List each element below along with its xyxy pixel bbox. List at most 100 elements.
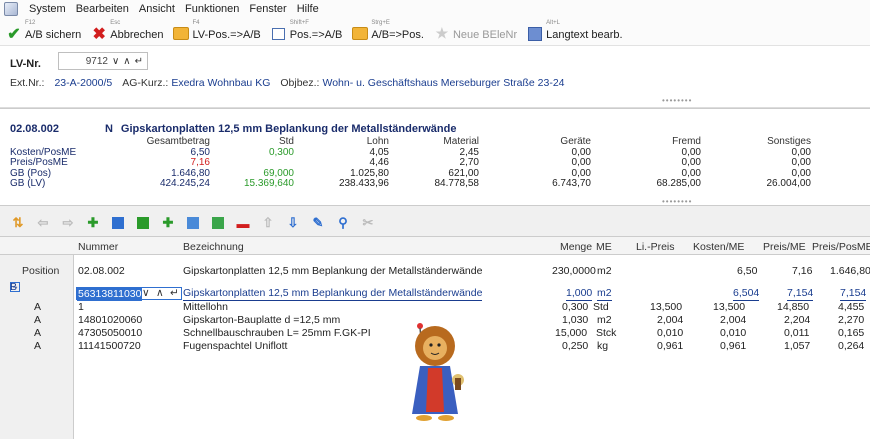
menu-bearbeiten[interactable]: Bearbeiten [71,3,134,15]
menu-bar: System Bearbeiten Ansicht Funktionen Fen… [0,0,870,18]
row-label: Preis/PosME [10,157,68,168]
cell-preis-pos: 7,154 [840,287,867,301]
cell-bezeichnung: Schnellbauschrauben L= 25mm F.GK-PI [183,327,371,339]
edit-pencil-icon[interactable]: ✎ [310,215,326,231]
ext-nr-value: 23-A-2000/5 [54,77,113,89]
ag-kurz-value: Exedra Wohnbau KG [171,77,271,89]
ext-nr-label: Ext.Nr.: [10,77,45,89]
position-flag: N [104,123,113,135]
menu-funktionen[interactable]: Funktionen [180,3,244,15]
pos-to-ab-label: Pos.=>A/B [289,28,343,41]
move-up-icon[interactable]: ⇧ [260,215,276,231]
splitter-grip[interactable]: •••••••• [662,197,692,206]
ab-to-pos-button[interactable]: Strg+E A/B=>Pos. [352,20,424,44]
app-icon [4,2,18,16]
col-preis-posme[interactable]: Preis/PosME [812,241,870,253]
cell-menge: 230,0000 [552,265,596,277]
cell-menge: 0,300 [562,301,589,313]
menu-hilfe[interactable]: Hilfe [292,3,324,15]
cell-preis-pos: 2,270 [838,314,865,326]
cell-preis: 7,16 [792,265,813,277]
pos-to-ab-button[interactable]: Shift+F Pos.=>A/B [271,20,343,44]
arrow-left-icon[interactable]: ⇦ [35,215,51,231]
value-cell: 424.245,24 [159,178,210,189]
value-cell: 26.004,00 [766,178,812,189]
table-row-position[interactable]: Position 02.08.002 Gipskartonplatten 12,… [0,265,870,278]
new-belenr-button[interactable]: ★ Neue BEleNr [434,20,517,44]
star-icon: ★ [435,25,449,41]
insert-above-icon[interactable] [110,215,126,231]
menu-ansicht[interactable]: Ansicht [134,3,180,15]
project-info-line: Ext.Nr.: 23-A-2000/5 AG-Kurz.: Exedra Wo… [10,77,575,89]
chevron-up-icon[interactable]: ∧ [156,287,164,300]
lv-nr-label: LV-Nr. [10,58,41,70]
objbez-label: Objbez.: [280,77,320,89]
col-me[interactable]: ME [596,241,612,253]
value-cell: 15.369,640 [243,178,294,189]
search-icon[interactable]: ⚲ [335,215,351,231]
arrow-right-icon[interactable]: ⇨ [60,215,76,231]
row-type-label: A [34,327,42,339]
calc-grid: Gesamtbetrag Std Lohn Material Geräte Fr… [10,136,870,190]
cell-me: Std [593,301,609,313]
add-child-icon[interactable]: ✚ [160,215,176,231]
menu-system[interactable]: System [24,3,71,15]
splitter-grip[interactable]: •••••••• [662,96,692,105]
calc-header-row: Gesamtbetrag Std Lohn Material Geräte Fr… [10,136,870,148]
position-number: 02.08.002 [10,123,59,135]
col-preis-me[interactable]: Preis/ME [763,241,806,253]
table-row[interactable]: A 1 Mittellohn 0,300 Std 13,500 13,500 1… [0,301,870,314]
cell-preis: 14,850 [777,301,810,313]
delete-row-icon[interactable]: ▬ [235,215,251,231]
nummer-edit-field[interactable]: 56313811030 [76,287,182,301]
calc-row-kosten: Kosten/PosME 6,50 0,300 4,05 2,45 0,00 0… [10,146,870,159]
save-ab-button[interactable]: F12 ✔ A/B sichern [6,20,81,44]
cell-li-preis: 0,010 [657,327,684,339]
value-cell: 7,16 [190,157,210,168]
table-row-b-selected[interactable]: − B 56313811030 ∨ ∧ ↵ Gipskartonplatten 1… [0,281,870,301]
move-down-icon[interactable]: ⇩ [285,215,301,231]
paste-row-icon[interactable] [210,215,226,231]
tools-icon[interactable]: ✂ [360,215,376,231]
menu-fenster[interactable]: Fenster [244,3,291,15]
insert-below-icon[interactable] [135,215,151,231]
value-cell: 0,00 [571,157,591,168]
cell-bezeichnung: Gipskartonplatten 12,5 mm Beplankung der… [183,265,483,277]
grid-toolbar: ⇅ ⇦ ⇨ ✚ ✚ ▬ ⇧ ⇩ ✎ ⚲ ✂ [0,212,870,234]
chevron-up-icon[interactable]: ∧ [123,56,130,67]
edit-longtext-button[interactable]: Alt+L Langtext bearb. [527,20,623,44]
new-belenr-label: Neue BEleNr [452,28,518,41]
col-li-preis[interactable]: Li.-Preis [636,241,675,253]
col-lohn: Lohn [366,136,389,147]
hotkey-hint: Esc [110,19,121,26]
cell-me: m2 [597,287,612,301]
cell-me: kg [597,340,609,352]
copy-row-icon[interactable] [185,215,201,231]
folder-icon [173,26,190,42]
value-cell: 0,300 [268,146,294,158]
cancel-button[interactable]: Esc ✖ Abbrechen [91,19,164,44]
value-cell: 68.285,00 [656,178,702,189]
col-nummer[interactable]: Nummer [78,241,118,253]
cell-menge: 1,000 [566,287,593,301]
col-menge[interactable]: Menge [560,241,592,253]
tree-icon[interactable]: ⇅ [10,215,26,231]
header-panel: LV-Nr. 9712 ∨ ∧ ↵ Ext.Nr.: 23-A-2000/5 A… [0,46,870,108]
lv-nr-field[interactable]: 9712 ∨ ∧ ↵ [58,52,148,70]
row-type-label: A [34,314,42,326]
chevron-down-icon[interactable]: ∨ [142,287,150,300]
enter-icon[interactable]: ↵ [170,287,179,300]
cell-nummer: 11141500720 [78,340,141,352]
cell-nummer: 47305050010 [78,327,143,339]
enter-icon[interactable]: ↵ [135,56,143,67]
lv-pos-to-ab-button[interactable]: F4 LV-Pos.=>A/B [173,20,261,44]
value-cell: 0,00 [681,157,701,168]
col-material: Material [443,136,479,147]
cell-kosten: 6,50 [737,265,758,277]
col-kosten-me[interactable]: Kosten/ME [693,241,744,253]
chevron-down-icon[interactable]: ∨ [112,56,119,67]
col-geraete: Geräte [560,136,591,147]
add-row-icon[interactable]: ✚ [85,215,101,231]
objbez-value: Wohn- u. Geschäftshaus Merseburger Straß… [322,77,565,89]
col-bezeichnung[interactable]: Bezeichnung [183,241,244,253]
